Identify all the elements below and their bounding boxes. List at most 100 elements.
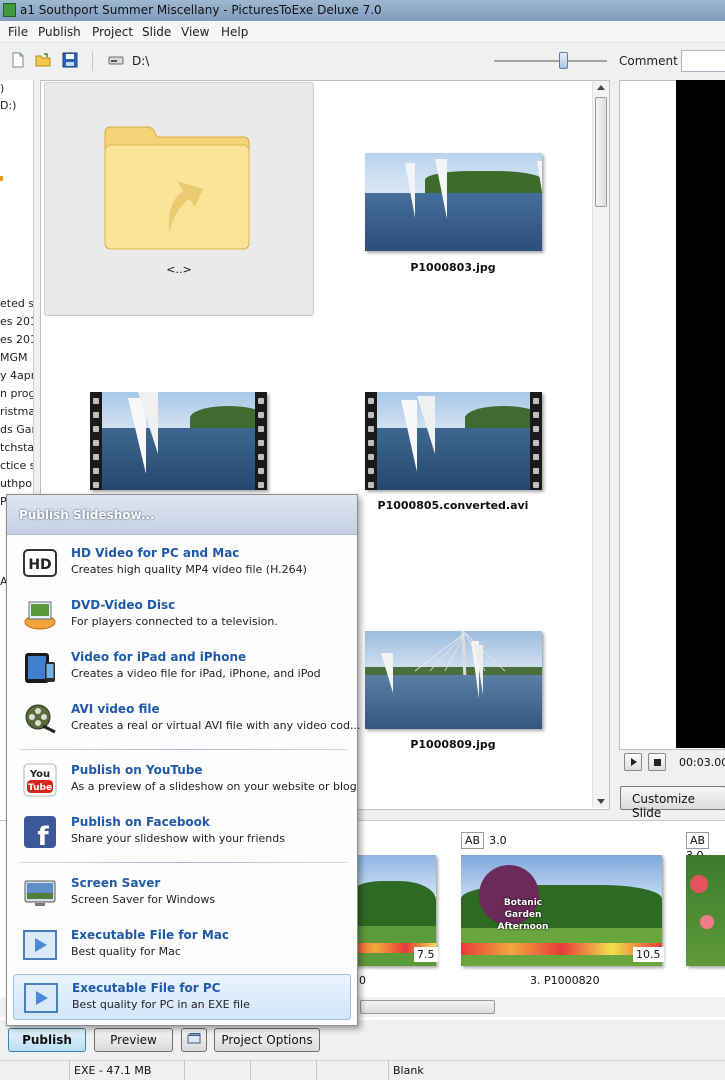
tree-item[interactable]: eted s (0, 297, 33, 310)
tree-item[interactable]: uthpor (0, 477, 33, 490)
browser-scrollbar[interactable] (592, 81, 609, 808)
play-button[interactable] (624, 753, 642, 771)
item-desc: Best quality for Mac (71, 945, 181, 958)
parent-folder-tile[interactable]: <..> (44, 82, 314, 316)
tree-item[interactable]: y 4apri (0, 369, 33, 382)
comment-input[interactable] (681, 50, 725, 72)
item-title: Executable File for PC (72, 981, 221, 995)
item-desc: Creates a video file for iPad, iPhone, a… (71, 667, 321, 680)
film-strip (530, 392, 542, 490)
slide-header: AB 3.0 (461, 832, 507, 849)
youtube-icon: You Tube (23, 763, 57, 797)
scroll-up-icon[interactable] (597, 85, 605, 90)
scrollbar-thumb[interactable] (360, 1000, 495, 1014)
layout-button[interactable] (181, 1028, 207, 1052)
publish-ipad[interactable]: Video for iPad and iPhone Creates a vide… (13, 644, 351, 690)
bottom-toolbar: Publish Preview Project Options (0, 1023, 725, 1058)
tree-item[interactable]: ds Gar (0, 423, 33, 436)
publish-exe-mac[interactable]: Executable File for Mac Best quality for… (13, 922, 351, 968)
folder-icon (104, 126, 250, 250)
publish-avi[interactable]: AVI video file Creates a real or virtual… (13, 696, 360, 742)
svg-text:HD: HD (28, 557, 51, 573)
save-icon[interactable] (62, 52, 78, 68)
app-icon (3, 3, 16, 17)
ab-badge[interactable]: AB (461, 832, 485, 849)
drive-icon (108, 56, 124, 65)
film-strip (365, 392, 377, 490)
menu-file[interactable]: File (8, 25, 28, 39)
item-desc: Share your slideshow with your friends (71, 832, 285, 845)
customize-slide-button[interactable]: Customize Slide (620, 786, 725, 820)
tree-item[interactable]: MGM (0, 351, 28, 364)
status-transition: Blank (393, 1064, 424, 1077)
status-segment (251, 1061, 317, 1080)
item-title: Publish on Facebook (71, 815, 210, 829)
preview-screen (676, 80, 725, 748)
preview-button[interactable]: Preview (94, 1028, 173, 1052)
zoom-slider-thumb[interactable] (559, 52, 568, 69)
stop-icon (654, 759, 661, 766)
tree-item[interactable]: ristma (0, 405, 33, 418)
item-desc: Creates high quality MP4 video file (H.2… (71, 563, 307, 576)
menu-slide[interactable]: Slide (142, 25, 171, 39)
play-icon (631, 758, 637, 766)
hd-icon: HD (23, 549, 57, 577)
item-title: DVD-Video Disc (71, 598, 176, 612)
menu-separator (19, 749, 347, 750)
file-label: P1000805.converted.avi (377, 499, 529, 512)
tree-item[interactable]: es 2011 (0, 315, 33, 328)
thumbnail-image[interactable] (365, 153, 542, 251)
title-bar: a1 Southport Summer Miscellany - Picture… (0, 0, 725, 21)
item-title: Screen Saver (71, 876, 161, 890)
thumbnail-image[interactable] (365, 631, 542, 729)
publish-screen-saver[interactable]: Screen Saver Screen Saver for Windows (13, 870, 351, 916)
tree-item[interactable]: tchsta (0, 441, 33, 454)
film-strip (90, 392, 102, 490)
publish-facebook[interactable]: f Publish on Facebook Share your slidesh… (13, 809, 351, 855)
scrollbar-thumb[interactable] (595, 97, 607, 207)
item-title: HD Video for PC and Mac (71, 546, 240, 560)
publish-dvd[interactable]: DVD-Video Disc For players connected to … (13, 592, 351, 638)
stop-button[interactable] (648, 753, 666, 771)
menu-view[interactable]: View (181, 25, 209, 39)
zoom-slider-track[interactable] (494, 60, 607, 62)
overlay-line: Garden (504, 910, 542, 920)
publish-exe-pc[interactable]: Executable File for PC Best quality for … (13, 974, 351, 1020)
tree-item[interactable]: D:) (0, 99, 16, 112)
item-title: Executable File for Mac (71, 928, 230, 942)
tree-item[interactable]: ) (0, 82, 4, 95)
project-options-button[interactable]: Project Options (214, 1028, 320, 1052)
item-desc: Creates a real or virtual AVI file with … (71, 719, 361, 732)
overlay-line: Botanic (503, 898, 543, 908)
thumbnail-video[interactable] (90, 392, 267, 490)
new-file-icon[interactable] (10, 52, 26, 68)
svg-text:Tube: Tube (28, 783, 52, 793)
ab-badge[interactable]: AB (686, 832, 710, 849)
parent-folder-label: <..> (166, 263, 192, 276)
publish-hd-video[interactable]: HD HD Video for PC and Mac Creates high … (13, 540, 351, 586)
publish-button[interactable]: Publish (8, 1028, 86, 1052)
slide-thumbnail[interactable]: Botanic Garden Afternoon (461, 855, 662, 966)
scroll-down-icon[interactable] (597, 799, 605, 804)
slide-name: 3. P1000820 (530, 974, 600, 987)
overlay-line: Afternoon (497, 922, 549, 932)
menu-help[interactable]: Help (221, 25, 248, 39)
menu-publish[interactable]: Publish (38, 25, 81, 39)
slide-thumbnail[interactable] (686, 855, 725, 966)
thumbnail-video[interactable] (365, 392, 542, 490)
open-folder-icon[interactable] (35, 52, 51, 68)
menu-project[interactable]: Project (92, 25, 133, 39)
tree-item[interactable]: n prog (0, 387, 33, 400)
time-readout: 00:03.001 (679, 756, 725, 769)
tree-item[interactable]: ctice s (0, 459, 33, 472)
tree-item[interactable]: es 2012 (0, 333, 33, 346)
publish-menu-header: Publish Slideshow... (7, 495, 357, 535)
ipad-icon (25, 653, 55, 683)
folder-icon (0, 176, 3, 181)
item-title: Video for iPad and iPhone (71, 650, 247, 664)
transition-time: 3.0 (489, 834, 507, 847)
publish-youtube[interactable]: You Tube Publish on YouTube As a preview… (13, 757, 357, 803)
film-reel-icon (25, 704, 56, 734)
play-icon (23, 930, 57, 960)
publish-menu: Publish Slideshow... HD HD Video for PC … (6, 494, 360, 1026)
